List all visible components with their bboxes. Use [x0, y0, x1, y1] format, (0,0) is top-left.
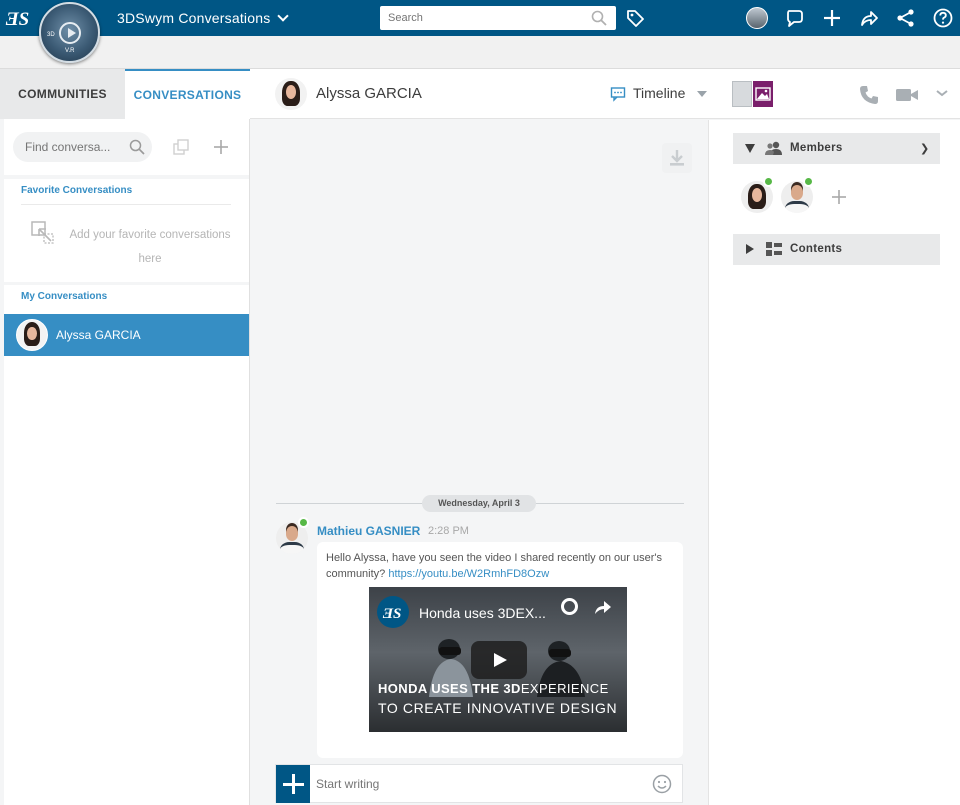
svg-text:ƎS: ƎS — [5, 9, 29, 30]
message-author[interactable]: Mathieu GASNIER — [317, 524, 420, 538]
tab-conversations[interactable]: CONVERSATIONS — [125, 69, 250, 119]
online-status-icon — [763, 176, 774, 187]
document-view-icon[interactable] — [732, 81, 752, 107]
message-time: 2:28 PM — [428, 525, 469, 537]
phone-icon[interactable] — [858, 84, 880, 106]
add-member-plus-icon[interactable] — [830, 188, 848, 206]
emoji-icon[interactable] — [652, 774, 672, 794]
online-status-icon — [803, 176, 814, 187]
message-bubble: Hello Alyssa, have you seen the video I … — [317, 542, 683, 758]
contact-name[interactable]: Alyssa GARCIA — [316, 85, 422, 102]
contents-label: Contents — [790, 243, 843, 255]
download-icon — [670, 150, 684, 166]
media-view-icon[interactable] — [753, 81, 773, 107]
members-icon — [765, 141, 782, 155]
search-input[interactable] — [380, 6, 616, 30]
help-icon[interactable] — [933, 8, 953, 28]
tag-icon[interactable] — [625, 8, 645, 28]
caret-down-icon — [745, 144, 755, 153]
compass-3d-label: 3D — [47, 32, 55, 38]
share-icon[interactable] — [859, 8, 879, 28]
compass-play-icon — [59, 22, 81, 44]
new-conversation-plus-icon[interactable] — [212, 138, 230, 156]
avatar — [16, 319, 48, 351]
caret-right-icon — [746, 244, 754, 254]
chevron-down-icon[interactable] — [935, 88, 949, 98]
avatar[interactable] — [275, 78, 307, 110]
message-input[interactable] — [316, 774, 636, 794]
sub-bar — [0, 36, 960, 69]
search-icon[interactable] — [591, 10, 607, 26]
timeline-dropdown[interactable]: Timeline — [633, 85, 685, 101]
user-avatar[interactable] — [746, 7, 768, 29]
contents-section-header[interactable]: Contents — [733, 234, 940, 265]
plus-icon[interactable] — [822, 8, 842, 28]
members-section-header[interactable]: Members ❯ — [733, 133, 940, 164]
ds-logo-icon[interactable]: ƎS — [5, 6, 33, 30]
tab-bar: COMMUNITIES CONVERSATIONS — [0, 69, 250, 119]
download-button[interactable] — [662, 143, 692, 173]
message-composer — [275, 764, 683, 803]
chat-area: Wednesday, April 3 Mathieu GASNIER 2:28 … — [250, 120, 708, 805]
my-conversations-section: My Conversations Alyssa GARCIA — [4, 285, 249, 805]
video-caption-line2: TO CREATE INNOVATIVE DESIGN — [378, 700, 618, 716]
favorites-empty-text: Add your favorite conversations here — [69, 229, 231, 265]
chat-bubble-icon[interactable] — [785, 8, 805, 28]
share-icon[interactable] — [594, 599, 612, 615]
contents-icon — [766, 242, 782, 256]
chevron-down-icon — [276, 10, 289, 22]
drag-drop-icon — [31, 221, 54, 244]
compass-version: V.R — [65, 48, 75, 54]
video-icon[interactable] — [895, 86, 919, 104]
watch-later-icon[interactable] — [561, 598, 578, 615]
online-status-icon — [298, 517, 309, 528]
video-title: Honda uses 3DEX... — [419, 605, 546, 621]
members-label: Members — [790, 142, 843, 154]
app-title-name: 3DSwym — [117, 10, 175, 26]
my-conversations-title: My Conversations — [21, 291, 108, 302]
message-link[interactable]: https://youtu.be/W2RmhFD8Ozw — [388, 568, 549, 580]
message-text: Hello Alyssa, have you seen the video I … — [326, 550, 676, 582]
network-icon[interactable] — [896, 8, 916, 28]
date-separator: Wednesday, April 3 — [422, 495, 536, 512]
tab-communities[interactable]: COMMUNITIES — [0, 69, 125, 119]
top-bar: ƎS 3DSwym Conversations — [0, 0, 960, 36]
svg-text:ƎS: ƎS — [382, 606, 401, 622]
app-title-subtitle: Conversations — [178, 10, 271, 26]
add-attachment-button[interactable] — [276, 765, 310, 803]
conversation-item[interactable]: Alyssa GARCIA — [4, 314, 249, 356]
conversation-item-name: Alyssa GARCIA — [56, 328, 141, 342]
conversation-filter-row — [4, 119, 249, 175]
timeline-icon[interactable] — [610, 86, 626, 102]
favorite-conversations-section: Favorite Conversations Add your favorite… — [4, 179, 249, 282]
left-panel: COMMUNITIES CONVERSATIONS Favorite Conve… — [0, 69, 250, 805]
chevron-down-icon[interactable] — [697, 91, 707, 97]
video-preview[interactable]: ƎS Honda uses 3DEX... HONDA USES THE 3DE… — [369, 587, 627, 732]
divider — [21, 204, 231, 205]
app-title[interactable]: 3DSwym Conversations — [117, 10, 289, 26]
group-conversation-icon[interactable] — [172, 138, 190, 156]
conversation-header: Alyssa GARCIA Timeline — [250, 69, 960, 119]
search-icon[interactable] — [129, 139, 145, 155]
chevron-right-icon[interactable]: ❯ — [920, 142, 929, 155]
video-caption-line1: HONDA USES THE 3DEXPERIENCE — [378, 681, 609, 696]
compass-icon[interactable]: 3D V.R — [39, 2, 100, 63]
play-button[interactable] — [471, 641, 527, 679]
favorite-conversations-title: Favorite Conversations — [21, 185, 133, 196]
right-panel: Members ❯ Contents — [708, 120, 960, 805]
ds-logo-icon: ƎS — [377, 596, 409, 628]
